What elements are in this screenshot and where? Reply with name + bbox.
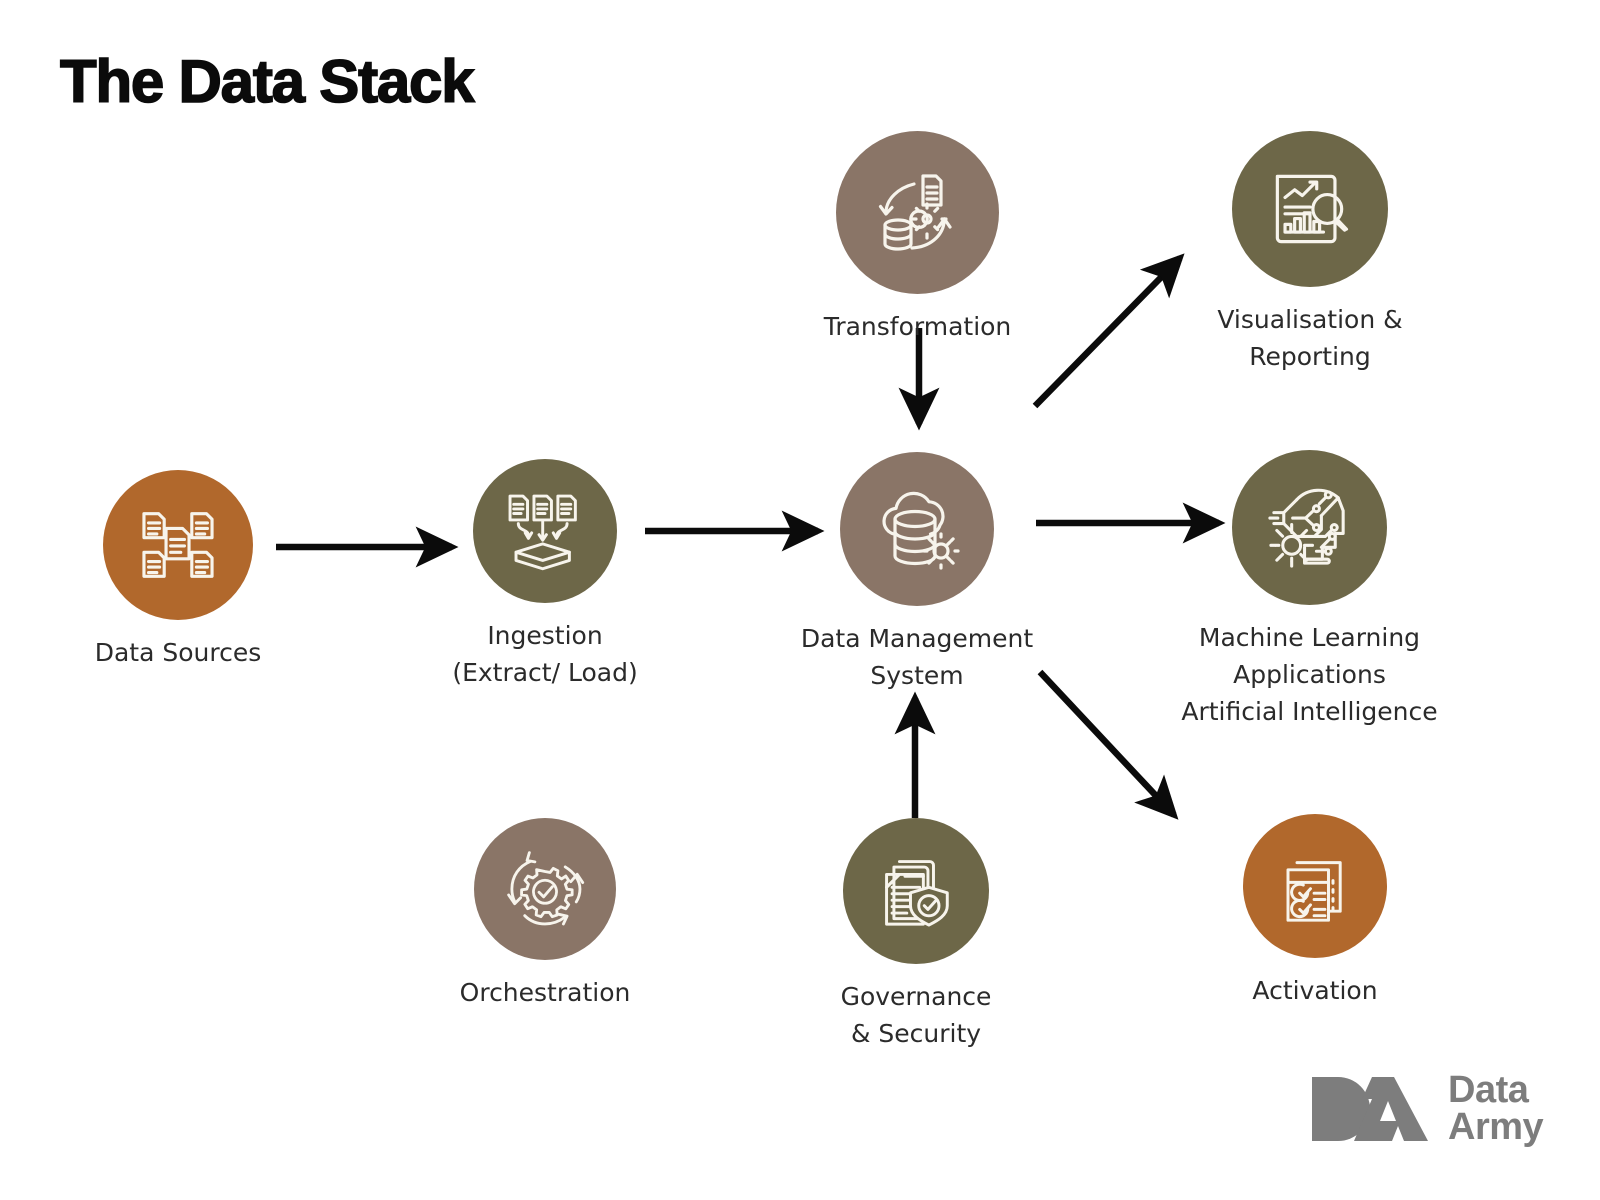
cloud-database-gear-icon <box>882 491 960 570</box>
checklist-clipboard-icon <box>1286 861 1342 922</box>
data-sources-label: Data Sources <box>94 638 262 667</box>
node-activation[interactable]: Activation <box>1243 814 1387 1009</box>
documents-network-icon <box>142 512 214 578</box>
data-management-system-label: Data Management System <box>800 624 1034 690</box>
page-title: The Data Stack <box>59 47 475 116</box>
transform-cycle-icon <box>878 173 952 251</box>
arrow-data-management-system-to-visualisation <box>1032 253 1185 409</box>
machine-learning-disc <box>1232 450 1387 605</box>
visualisation-reporting-label: Visualisation & Reporting <box>1217 305 1403 371</box>
node-transformation[interactable]: Transformation <box>824 131 1011 345</box>
node-machine-learning[interactable]: Machine Learning Applications Artificial… <box>1181 450 1438 730</box>
machine-learning-label: Machine Learning Applications Artificial… <box>1181 623 1438 726</box>
data-management-system-disc <box>840 452 994 606</box>
gear-cycle-check-icon <box>507 851 585 926</box>
diagram-canvas: The Data Stack Data Sources Ingestion (E… <box>0 0 1600 1200</box>
node-data-management-system[interactable]: Data Management System <box>801 452 1033 694</box>
node-orchestration[interactable]: Orchestration <box>460 818 630 1011</box>
activation-disc <box>1243 814 1387 958</box>
governance-security-label: Governance & Security <box>840 982 992 1048</box>
data-sources-disc <box>103 470 253 620</box>
documents-load-icon <box>508 494 577 571</box>
orchestration-disc <box>474 818 616 960</box>
transformation-label: Transformation <box>823 312 1012 341</box>
document-shield-icon <box>885 860 949 927</box>
node-governance-security[interactable]: Governance & Security <box>840 818 992 1052</box>
report-magnifier-icon <box>1275 174 1349 244</box>
ingestion-disc <box>473 459 617 603</box>
visualisation-reporting-disc <box>1232 131 1388 287</box>
node-ingestion[interactable]: Ingestion (Extract/ Load) <box>452 459 638 691</box>
ai-head-gear-icon <box>1268 488 1345 568</box>
ingestion-label: Ingestion (Extract/ Load) <box>452 621 638 687</box>
orchestration-label: Orchestration <box>459 978 631 1007</box>
activation-label: Activation <box>1252 976 1378 1005</box>
governance-security-disc <box>843 818 989 964</box>
transformation-disc <box>836 131 999 294</box>
node-visualisation-reporting[interactable]: Visualisation & Reporting <box>1217 131 1403 375</box>
data-army-wordmark: Data Army <box>1448 1069 1544 1148</box>
da-monogram-icon <box>1312 1077 1428 1141</box>
node-data-sources[interactable]: Data Sources <box>95 470 261 671</box>
data-army-logo: Data Army <box>1310 1069 1544 1148</box>
arrow-data-management-system-to-activation <box>1037 669 1179 820</box>
